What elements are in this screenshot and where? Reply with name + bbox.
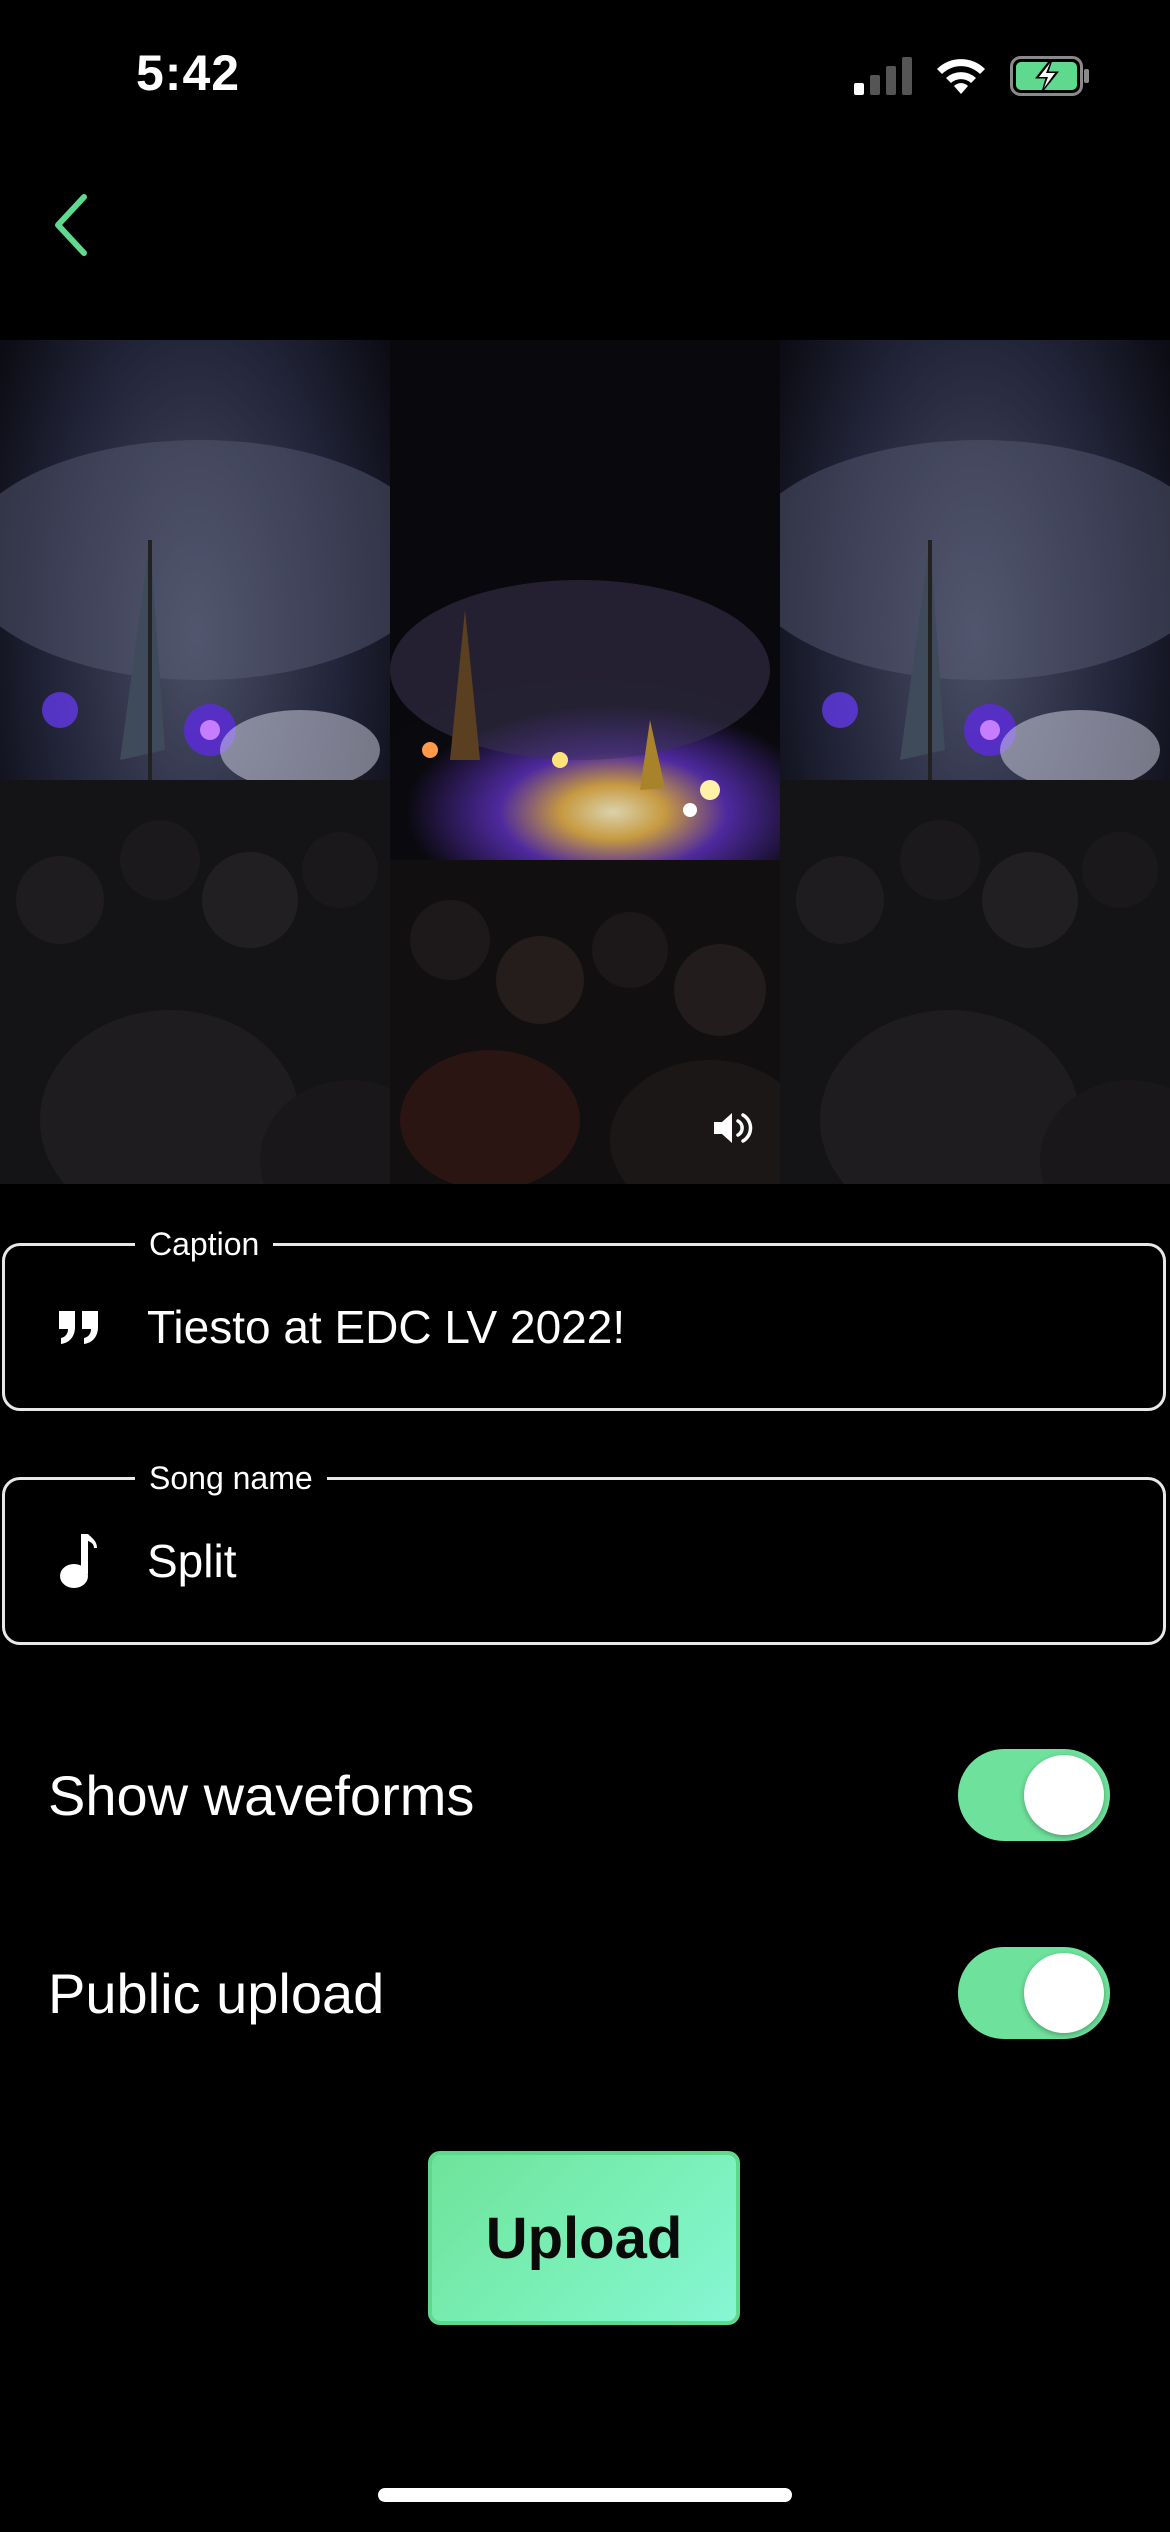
video-frame-center — [390, 340, 780, 1184]
song-name-input[interactable]: Split — [147, 1534, 236, 1588]
public-upload-row: Public upload — [48, 1943, 1110, 2043]
song-name-field[interactable]: Song name Split — [2, 1458, 1166, 1645]
status-time: 5:42 — [136, 45, 241, 101]
wifi-icon — [934, 56, 988, 101]
caption-field[interactable]: Caption Tiesto at EDC LV 2022! — [2, 1224, 1166, 1411]
home-indicator — [378, 2488, 792, 2502]
caption-input[interactable]: Tiesto at EDC LV 2022! — [147, 1300, 625, 1354]
speaker-icon — [714, 1113, 753, 1143]
show-waveforms-label: Show waveforms — [48, 1763, 475, 1827]
toggle-knob — [1024, 1755, 1104, 1835]
video-frame-right — [780, 340, 1170, 1184]
chevron-left-icon — [55, 194, 87, 256]
quote-icon — [53, 1297, 105, 1357]
music-note-icon — [53, 1531, 105, 1591]
cellular-signal-icon — [854, 57, 912, 100]
public-upload-toggle[interactable] — [958, 1947, 1110, 2039]
status-icons — [854, 56, 1090, 101]
show-waveforms-row: Show waveforms — [48, 1745, 1110, 1845]
public-upload-label: Public upload — [48, 1961, 385, 2025]
video-preview[interactable] — [0, 340, 1170, 1184]
sound-toggle-button[interactable] — [708, 1102, 760, 1154]
back-button[interactable] — [40, 190, 100, 260]
caption-label: Caption — [135, 1224, 274, 1264]
upload-button[interactable]: Upload — [428, 2151, 740, 2325]
video-frame-left — [0, 340, 390, 1184]
show-waveforms-toggle[interactable] — [958, 1749, 1110, 1841]
battery-charging-icon — [1010, 56, 1090, 101]
song-name-label: Song name — [135, 1458, 327, 1498]
toggle-knob — [1024, 1953, 1104, 2033]
